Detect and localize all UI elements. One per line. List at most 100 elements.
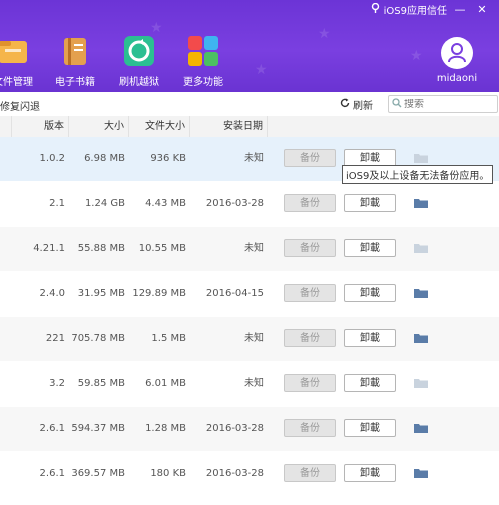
cell-file-size: 1.28 MB (145, 423, 186, 434)
open-folder-icon[interactable] (414, 378, 428, 388)
cell-version: 4.21.1 (33, 243, 65, 254)
table-row[interactable]: 2.6.1 369.57 MB 180 KB 2016-03-28 备份 卸載 (0, 452, 499, 496)
cell-size: 31.95 MB (77, 288, 125, 299)
cell-install-date: 2016-04-15 (205, 288, 264, 299)
nav-ebook[interactable]: 电子书籍 (40, 35, 110, 88)
cell-install-date: 2016-03-28 (205, 198, 264, 209)
cell-file-size: 936 KB (150, 153, 186, 164)
app-header: ★ ★ ★ ★ iOS9应用信任 — ✕ 文件管理 电子书籍 刷机越狱 更多功能 (0, 0, 499, 92)
backup-button[interactable]: 备份 (284, 149, 336, 167)
backup-button[interactable]: 备份 (284, 284, 336, 302)
nav-label: 文件管理 (0, 77, 33, 88)
nav-flash-jailbreak[interactable]: 刷机越狱 (104, 35, 174, 88)
open-folder-icon[interactable] (414, 153, 428, 163)
uninstall-button[interactable]: 卸載 (344, 194, 396, 212)
refresh-button[interactable]: 刷新 (340, 97, 373, 112)
toolbar: 修复闪退 刷新 (0, 92, 499, 117)
backup-button[interactable]: 备份 (284, 194, 336, 212)
table-row[interactable]: 2.1 1.24 GB 4.43 MB 2016-03-28 备份 卸載 (0, 182, 499, 226)
backup-button[interactable]: 备份 (284, 464, 336, 482)
backup-button[interactable]: 备份 (284, 374, 336, 392)
ios9-trust-icon (371, 2, 380, 16)
decor-star: ★ (318, 26, 331, 42)
cell-size: 55.88 MB (77, 243, 125, 254)
backup-button[interactable]: 备份 (284, 239, 336, 257)
uninstall-button[interactable]: 卸載 (344, 284, 396, 302)
flash-jailbreak-icon (123, 35, 155, 67)
cell-size: 59.85 MB (77, 378, 125, 389)
open-folder-icon[interactable] (414, 423, 428, 433)
cell-file-size: 180 KB (150, 468, 186, 479)
cell-file-size: 10.55 MB (138, 243, 186, 254)
search-input[interactable] (402, 98, 486, 110)
minimize-icon[interactable]: — (451, 3, 469, 16)
cell-version: 2.6.1 (39, 423, 65, 434)
refresh-icon (340, 98, 350, 111)
nav-more-features[interactable]: 更多功能 (168, 35, 238, 88)
cell-version: 2.4.0 (39, 288, 65, 299)
uninstall-button[interactable]: 卸載 (344, 419, 396, 437)
cell-version: 2.6.1 (39, 468, 65, 479)
backup-tooltip: iOS9及以上设备无法备份应用。 (342, 165, 494, 184)
nav-label: 更多功能 (183, 77, 223, 88)
cell-size: 369.57 MB (71, 468, 125, 479)
column-header-size[interactable]: 大小 (69, 116, 129, 137)
ios9-trust-link[interactable]: iOS9应用信任 (384, 2, 447, 17)
search-box[interactable] (388, 95, 498, 113)
column-header-version[interactable]: 版本 (12, 116, 69, 137)
open-folder-icon[interactable] (414, 333, 428, 343)
cell-install-date: 未知 (244, 243, 264, 254)
table-row[interactable]: 2.4.0 31.95 MB 129.89 MB 2016-04-15 备份 卸載 (0, 272, 499, 316)
column-header-file-size[interactable]: 文件大小 (129, 116, 190, 137)
ebook-icon (59, 35, 91, 67)
cell-install-date: 2016-03-28 (205, 468, 264, 479)
open-folder-icon[interactable] (414, 198, 428, 208)
cell-size: 6.98 MB (84, 153, 125, 164)
folder-manager-icon (0, 35, 29, 67)
table-row[interactable]: 3.2 59.85 MB 6.01 MB 未知 备份 卸載 (0, 362, 499, 406)
refresh-label: 刷新 (353, 101, 373, 112)
search-icon (389, 97, 402, 111)
column-header-select (0, 116, 12, 137)
table-row[interactable]: 2.6.1 594.37 MB 1.28 MB 2016-03-28 备份 卸載 (0, 407, 499, 451)
cell-size: 705.78 MB (71, 333, 125, 344)
avatar[interactable] (441, 37, 473, 69)
more-features-icon (187, 35, 219, 67)
cell-file-size: 6.01 MB (145, 378, 186, 389)
backup-button[interactable]: 备份 (284, 419, 336, 437)
cell-install-date: 未知 (244, 378, 264, 389)
open-folder-icon[interactable] (414, 243, 428, 253)
cell-version: 221 (45, 333, 65, 344)
uninstall-button[interactable]: 卸載 (344, 239, 396, 257)
title-bar: iOS9应用信任 — ✕ (371, 0, 499, 18)
cell-version: 1.0.2 (39, 153, 65, 164)
cell-install-date: 2016-03-28 (205, 423, 264, 434)
open-folder-icon[interactable] (414, 288, 428, 298)
cell-size: 594.37 MB (71, 423, 125, 434)
breadcrumb[interactable]: 修复闪退 (0, 98, 40, 113)
cell-install-date: 未知 (244, 333, 264, 344)
table-header: 版本 大小 文件大小 安装日期 (0, 116, 499, 138)
user-icon (448, 43, 466, 63)
username: midaoni (436, 73, 478, 84)
decor-star: ★ (410, 48, 423, 64)
table-row[interactable]: 221 705.78 MB 1.5 MB 未知 备份 卸載 (0, 317, 499, 361)
cell-install-date: 未知 (244, 153, 264, 164)
cell-version: 2.1 (49, 198, 65, 209)
backup-button[interactable]: 备份 (284, 329, 336, 347)
decor-star: ★ (255, 62, 268, 78)
nav-label: 刷机越狱 (119, 77, 159, 88)
uninstall-button[interactable]: 卸載 (344, 464, 396, 482)
uninstall-button[interactable]: 卸載 (344, 374, 396, 392)
table-row[interactable]: 4.21.1 55.88 MB 10.55 MB 未知 备份 卸載 (0, 227, 499, 271)
uninstall-button[interactable]: 卸載 (344, 329, 396, 347)
close-icon[interactable]: ✕ (473, 3, 491, 16)
column-header-install-date[interactable]: 安装日期 (190, 116, 268, 137)
cell-size: 1.24 GB (84, 198, 125, 209)
decor-star: ★ (150, 20, 163, 36)
cell-file-size: 1.5 MB (151, 333, 186, 344)
user-account[interactable]: midaoni (427, 37, 487, 84)
cell-file-size: 4.43 MB (145, 198, 186, 209)
nav-label: 电子书籍 (55, 77, 95, 88)
open-folder-icon[interactable] (414, 468, 428, 478)
